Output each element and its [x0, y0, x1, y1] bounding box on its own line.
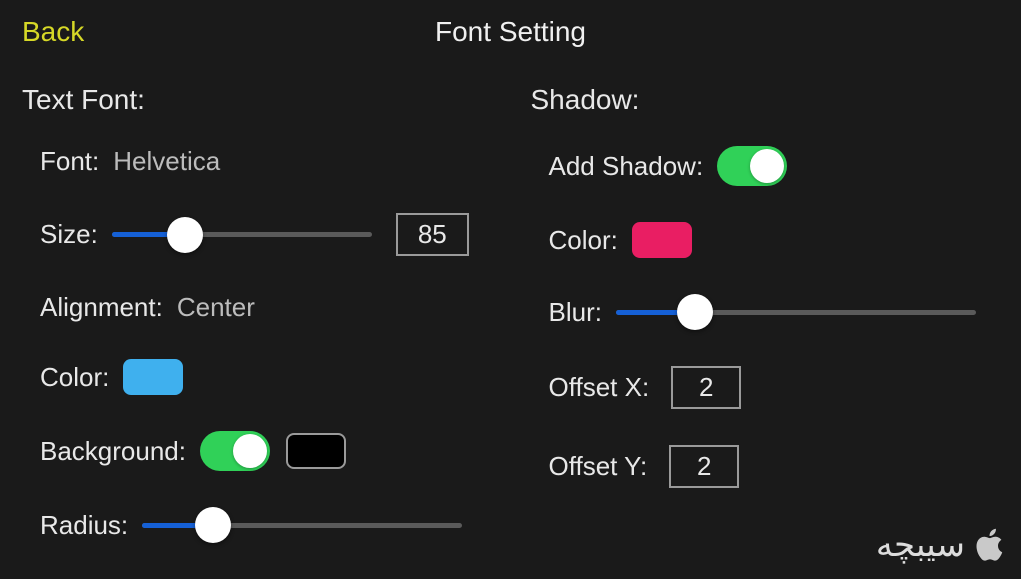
radius-label: Radius:: [40, 510, 128, 541]
content-area: Text Font: Font: Helvetica Size: 85 Alig…: [0, 64, 1021, 579]
text-color-label: Color:: [40, 362, 109, 393]
text-color-row: Color:: [22, 359, 491, 395]
blur-row: Blur:: [531, 294, 1000, 330]
offsetx-value-box[interactable]: 2: [671, 366, 741, 409]
alignment-row[interactable]: Alignment: Center: [22, 292, 491, 323]
size-slider[interactable]: [112, 217, 372, 253]
offsety-value-box[interactable]: 2: [669, 445, 739, 488]
shadow-color-swatch[interactable]: [632, 222, 692, 258]
radius-slider-thumb[interactable]: [195, 507, 231, 543]
watermark-text: سیبچه: [876, 525, 965, 565]
offsety-row: Offset Y: 2: [531, 445, 1000, 488]
shadow-color-row: Color:: [531, 222, 1000, 258]
font-label: Font:: [40, 146, 99, 177]
toggle-knob: [233, 434, 267, 468]
header-bar: Back Font Setting: [0, 0, 1021, 64]
background-color-swatch[interactable]: [286, 433, 346, 469]
back-button[interactable]: Back: [22, 16, 84, 48]
alignment-value: Center: [177, 292, 255, 323]
toggle-knob: [750, 149, 784, 183]
text-font-heading: Text Font:: [22, 84, 491, 116]
offsetx-label: Offset X:: [549, 372, 650, 403]
add-shadow-label: Add Shadow:: [549, 151, 704, 182]
background-row: Background:: [22, 431, 491, 471]
font-value: Helvetica: [113, 146, 220, 177]
shadow-color-label: Color:: [549, 225, 618, 256]
radius-slider[interactable]: [142, 507, 462, 543]
size-value-box[interactable]: 85: [396, 213, 469, 256]
radius-row: Radius:: [22, 507, 491, 543]
size-label: Size:: [40, 219, 98, 250]
blur-slider-thumb[interactable]: [677, 294, 713, 330]
shadow-heading: Shadow:: [531, 84, 1000, 116]
font-row[interactable]: Font: Helvetica: [22, 146, 491, 177]
blur-slider[interactable]: [616, 294, 976, 330]
offsety-label: Offset Y:: [549, 451, 648, 482]
text-font-section: Text Font: Font: Helvetica Size: 85 Alig…: [22, 84, 491, 579]
watermark: سیبچه: [876, 525, 1009, 565]
add-shadow-row: Add Shadow:: [531, 146, 1000, 186]
background-toggle[interactable]: [200, 431, 270, 471]
size-slider-thumb[interactable]: [167, 217, 203, 253]
add-shadow-toggle[interactable]: [717, 146, 787, 186]
size-row: Size: 85: [22, 213, 491, 256]
shadow-section: Shadow: Add Shadow: Color: Blur: Offset …: [531, 84, 1000, 579]
offsetx-row: Offset X: 2: [531, 366, 1000, 409]
page-title: Font Setting: [435, 16, 586, 48]
alignment-label: Alignment:: [40, 292, 163, 323]
background-label: Background:: [40, 436, 186, 467]
blur-label: Blur:: [549, 297, 602, 328]
text-color-swatch[interactable]: [123, 359, 183, 395]
apple-icon: [971, 526, 1009, 564]
